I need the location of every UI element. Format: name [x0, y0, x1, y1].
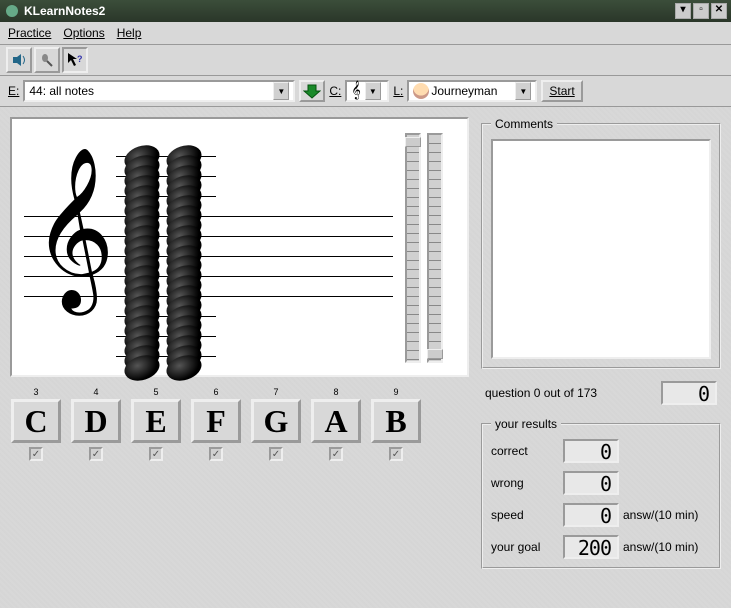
question-text: question 0 out of 173	[485, 386, 597, 400]
comments-box	[491, 139, 711, 359]
svg-text:?: ?	[77, 54, 83, 64]
results-legend: your results	[491, 417, 561, 431]
mic-icon	[39, 52, 55, 68]
speed-unit: answ/(10 min)	[623, 508, 711, 522]
level-value: Journeyman	[431, 84, 497, 98]
chevron-down-icon: ▼	[515, 82, 531, 100]
note-column: 6 F ✓	[190, 387, 242, 461]
hotkey-label: 9	[393, 387, 398, 397]
parameters-row: E: 44: all notes ▼ C: 𝄞 ▼ L: Journeyman …	[0, 76, 731, 107]
note-enable-checkbox[interactable]: ✓	[269, 447, 283, 461]
note-column: 8 A ✓	[310, 387, 362, 461]
note-button-e[interactable]: E	[131, 399, 181, 443]
note-enable-checkbox[interactable]: ✓	[89, 447, 103, 461]
treble-clef-icon: 𝄞	[351, 82, 360, 100]
close-button[interactable]: ✕	[711, 3, 727, 19]
wrong-value: 0	[563, 471, 619, 495]
hotkey-label: 4	[93, 387, 98, 397]
note-column: 4 D ✓	[70, 387, 122, 461]
comments-legend: Comments	[491, 117, 557, 131]
chevron-down-icon: ▼	[365, 82, 381, 100]
correct-label: correct	[491, 444, 563, 458]
whatsthis-button[interactable]: ?	[62, 47, 88, 73]
exercise-label: E:	[8, 84, 19, 98]
chevron-down-icon: ▼	[273, 82, 289, 100]
note-button-f[interactable]: F	[191, 399, 241, 443]
results-group: your results correct 0 wrong 0 speed 0 a…	[481, 417, 721, 569]
hotkey-label: 7	[273, 387, 278, 397]
question-counter: 0	[661, 381, 717, 405]
clef-label: C:	[329, 84, 341, 98]
note-enable-checkbox[interactable]: ✓	[29, 447, 43, 461]
goal-value: 200	[563, 535, 619, 559]
window-title: KLearnNotes2	[24, 4, 105, 18]
note-button-c[interactable]: C	[11, 399, 61, 443]
goal-unit: answ/(10 min)	[623, 540, 711, 554]
correct-value: 0	[563, 439, 619, 463]
note-column: 5 E ✓	[130, 387, 182, 461]
treble-clef-icon: 𝄞	[32, 159, 115, 299]
hotkey-label: 8	[333, 387, 338, 397]
note-buttons-row: 3 C ✓ 4 D ✓ 5 E ✓ 6 F ✓ 7 G ✓ 8 A ✓ 9 B ✓	[10, 387, 469, 465]
note-column: 9 B ✓	[370, 387, 422, 461]
toolbar: ?	[0, 45, 731, 76]
menu-help[interactable]: Help	[117, 26, 142, 40]
menu-bar: Practice Options Help	[0, 22, 731, 45]
mic-button[interactable]	[34, 47, 60, 73]
note-enable-checkbox[interactable]: ✓	[209, 447, 223, 461]
start-label: Start	[549, 84, 574, 98]
note-enable-checkbox[interactable]: ✓	[149, 447, 163, 461]
note-enable-checkbox[interactable]: ✓	[389, 447, 403, 461]
note-button-g[interactable]: G	[251, 399, 301, 443]
cursor-help-icon: ?	[67, 52, 83, 68]
speaker-icon	[11, 52, 27, 68]
comments-group: Comments	[481, 117, 721, 369]
title-bar: KLearnNotes2 ▾ ▫ ✕	[0, 0, 731, 22]
hotkey-label: 6	[213, 387, 218, 397]
start-button[interactable]: Start	[541, 80, 582, 102]
note-button-b[interactable]: B	[371, 399, 421, 443]
clef-combo[interactable]: 𝄞 ▼	[345, 80, 389, 102]
range-low-slider[interactable]	[427, 133, 443, 363]
menu-options[interactable]: Options	[63, 26, 104, 40]
range-high-slider[interactable]	[405, 133, 421, 363]
menu-practice[interactable]: Practice	[8, 26, 51, 40]
level-combo[interactable]: Journeyman ▼	[407, 80, 537, 102]
maximize-button[interactable]: ▫	[693, 3, 709, 19]
avatar-icon	[413, 83, 429, 99]
exercise-go-button[interactable]	[299, 80, 325, 102]
speed-label: speed	[491, 508, 563, 522]
hotkey-label: 5	[153, 387, 158, 397]
note-enable-checkbox[interactable]: ✓	[329, 447, 343, 461]
note-button-a[interactable]: A	[311, 399, 361, 443]
app-icon	[4, 3, 20, 19]
hotkey-label: 3	[33, 387, 38, 397]
sound-button[interactable]	[6, 47, 32, 73]
goal-label: your goal	[491, 540, 563, 554]
wrong-label: wrong	[491, 476, 563, 490]
exercise-value: 44: all notes	[29, 84, 94, 98]
level-label: L:	[393, 84, 403, 98]
note-column: 7 G ✓	[250, 387, 302, 461]
note-button-d[interactable]: D	[71, 399, 121, 443]
staff-display: 𝄞	[10, 117, 469, 377]
speed-value: 0	[563, 503, 619, 527]
exercise-combo[interactable]: 44: all notes ▼	[23, 80, 295, 102]
minimize-button[interactable]: ▾	[675, 3, 691, 19]
arrow-down-icon	[303, 83, 321, 99]
note-column: 3 C ✓	[10, 387, 62, 461]
